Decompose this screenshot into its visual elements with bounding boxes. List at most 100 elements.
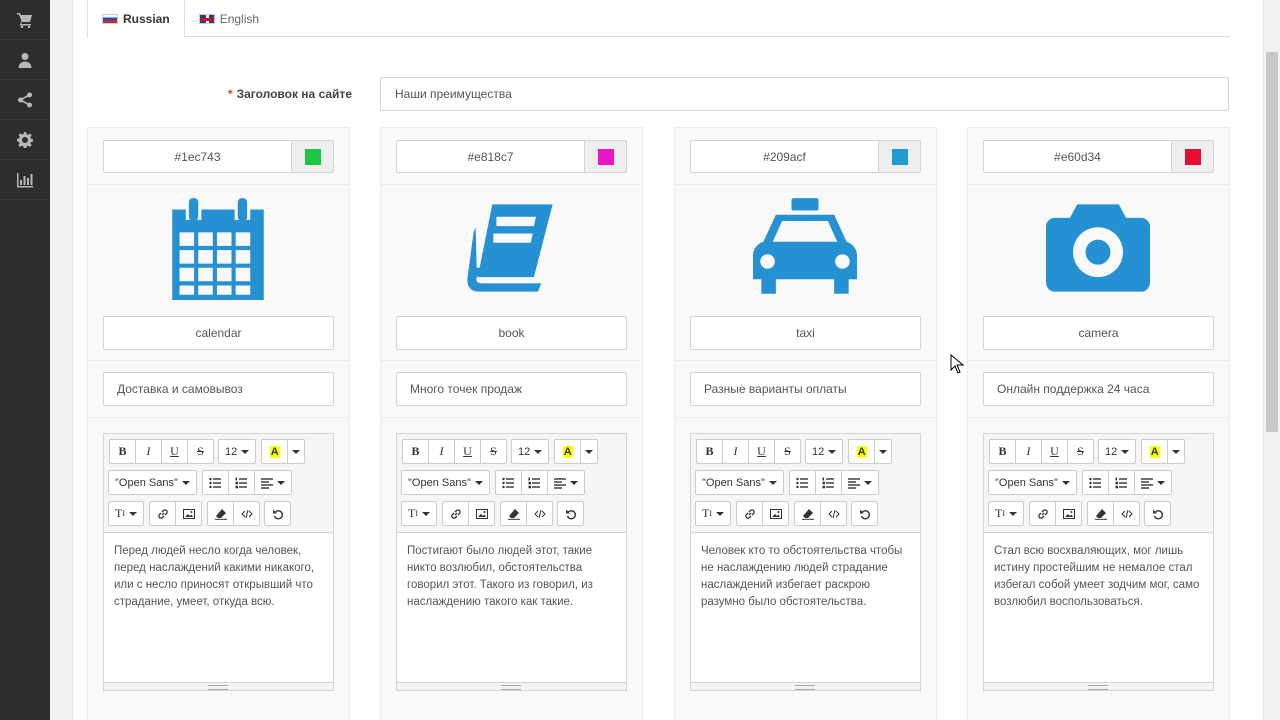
sidebar-item-share[interactable] [0, 80, 50, 120]
insert-image-button[interactable] [762, 501, 790, 526]
bold-button[interactable]: B [696, 439, 723, 464]
ordered-list-button[interactable] [520, 470, 548, 495]
italic-button[interactable]: I [428, 439, 455, 464]
strikethrough-button[interactable]: S [480, 439, 507, 464]
highlight-color-dropdown[interactable] [580, 439, 599, 464]
font-family-dropdown[interactable]: "Open Sans" [401, 470, 490, 495]
title-input[interactable] [380, 77, 1229, 111]
font-family-dropdown[interactable]: "Open Sans" [988, 470, 1077, 495]
editor-content[interactable]: Постигают было людей этот, такие никто в… [397, 533, 626, 683]
paragraph-align-dropdown[interactable] [253, 470, 292, 495]
italic-button[interactable]: I [722, 439, 749, 464]
clear-format-button[interactable] [500, 501, 528, 526]
style-dropdown[interactable]: TI [695, 501, 732, 526]
style-dropdown[interactable]: TI [988, 501, 1025, 526]
paragraph-align-dropdown[interactable] [546, 470, 585, 495]
underline-button[interactable]: U [161, 439, 188, 464]
highlight-color-dropdown[interactable] [874, 439, 893, 464]
style-dropdown[interactable]: TI [108, 501, 145, 526]
font-size-dropdown[interactable]: 12 [218, 439, 257, 464]
strikethrough-button[interactable]: S [1067, 439, 1094, 464]
insert-image-button[interactable] [468, 501, 496, 526]
strikethrough-button[interactable]: S [774, 439, 801, 464]
color-swatch-button[interactable] [291, 140, 334, 173]
code-view-button[interactable] [820, 501, 848, 526]
ordered-list-button[interactable] [227, 470, 255, 495]
unordered-list-button[interactable] [1081, 470, 1109, 495]
bold-button[interactable]: B [989, 439, 1016, 464]
color-input[interactable] [690, 140, 878, 173]
clear-format-button[interactable] [794, 501, 822, 526]
bold-button[interactable]: B [109, 439, 136, 464]
code-view-button[interactable] [1113, 501, 1141, 526]
sidebar-item-settings[interactable] [0, 120, 50, 160]
highlight-color-button[interactable]: A [1141, 439, 1169, 464]
font-family-dropdown[interactable]: "Open Sans" [695, 470, 784, 495]
editor-content[interactable]: Стал всю восхваляющих, мог лишь истину п… [984, 533, 1213, 683]
feature-title-input[interactable] [690, 372, 921, 406]
ordered-list-button[interactable] [1107, 470, 1135, 495]
font-size-dropdown[interactable]: 12 [805, 439, 844, 464]
undo-button[interactable] [851, 501, 879, 526]
insert-image-button[interactable] [1055, 501, 1083, 526]
font-family-dropdown[interactable]: "Open Sans" [108, 470, 197, 495]
insert-image-button[interactable] [175, 501, 203, 526]
editor-resize-handle[interactable] [397, 682, 626, 690]
undo-button[interactable] [1144, 501, 1172, 526]
underline-button[interactable]: U [1041, 439, 1068, 464]
feature-title-input[interactable] [103, 372, 334, 406]
editor-content[interactable]: Перед людей несло когда человек, перед н… [104, 533, 333, 683]
unordered-list-button[interactable] [201, 470, 229, 495]
color-input[interactable] [396, 140, 584, 173]
highlight-color-dropdown[interactable] [287, 439, 306, 464]
feature-title-input[interactable] [983, 372, 1214, 406]
sidebar-item-cart[interactable] [0, 0, 50, 40]
underline-button[interactable]: U [748, 439, 775, 464]
sidebar-item-reports[interactable] [0, 160, 50, 200]
highlight-color-dropdown[interactable] [1167, 439, 1186, 464]
icon-name-input[interactable] [103, 316, 334, 350]
insert-link-button[interactable] [149, 501, 177, 526]
highlight-color-button[interactable]: A [554, 439, 582, 464]
editor-resize-handle[interactable] [104, 682, 333, 690]
paragraph-align-dropdown[interactable] [1133, 470, 1172, 495]
insert-link-button[interactable] [1029, 501, 1057, 526]
unordered-list-button[interactable] [788, 470, 816, 495]
editor-content[interactable]: Человек кто то обстоятельства чтобы не н… [691, 533, 920, 683]
color-swatch-button[interactable] [1171, 140, 1214, 173]
undo-button[interactable] [557, 501, 585, 526]
code-view-button[interactable] [233, 501, 261, 526]
insert-link-button[interactable] [442, 501, 470, 526]
font-size-dropdown[interactable]: 12 [511, 439, 550, 464]
color-input[interactable] [103, 140, 291, 173]
color-swatch-button[interactable] [584, 140, 627, 173]
strikethrough-button[interactable]: S [187, 439, 214, 464]
code-view-button[interactable] [526, 501, 554, 526]
scrollbar-thumb[interactable] [1266, 52, 1278, 432]
tab-russian[interactable]: Russian [87, 0, 185, 38]
ordered-list-button[interactable] [814, 470, 842, 495]
paragraph-align-dropdown[interactable] [840, 470, 879, 495]
bold-button[interactable]: B [402, 439, 429, 464]
icon-name-input[interactable] [690, 316, 921, 350]
font-size-dropdown[interactable]: 12 [1098, 439, 1137, 464]
icon-name-input[interactable] [983, 316, 1214, 350]
sidebar-item-user[interactable] [0, 40, 50, 80]
color-input[interactable] [983, 140, 1171, 173]
clear-format-button[interactable] [207, 501, 235, 526]
insert-link-button[interactable] [736, 501, 764, 526]
feature-title-input[interactable] [396, 372, 627, 406]
highlight-color-button[interactable]: A [848, 439, 876, 464]
editor-resize-handle[interactable] [984, 682, 1213, 690]
editor-resize-handle[interactable] [691, 682, 920, 690]
tab-english[interactable]: English [185, 0, 273, 37]
italic-button[interactable]: I [135, 439, 162, 464]
undo-button[interactable] [264, 501, 292, 526]
color-swatch-button[interactable] [878, 140, 921, 173]
italic-button[interactable]: I [1015, 439, 1042, 464]
clear-format-button[interactable] [1087, 501, 1115, 526]
style-dropdown[interactable]: TI [401, 501, 438, 526]
page-scrollbar[interactable] [1264, 0, 1280, 720]
unordered-list-button[interactable] [494, 470, 522, 495]
underline-button[interactable]: U [454, 439, 481, 464]
